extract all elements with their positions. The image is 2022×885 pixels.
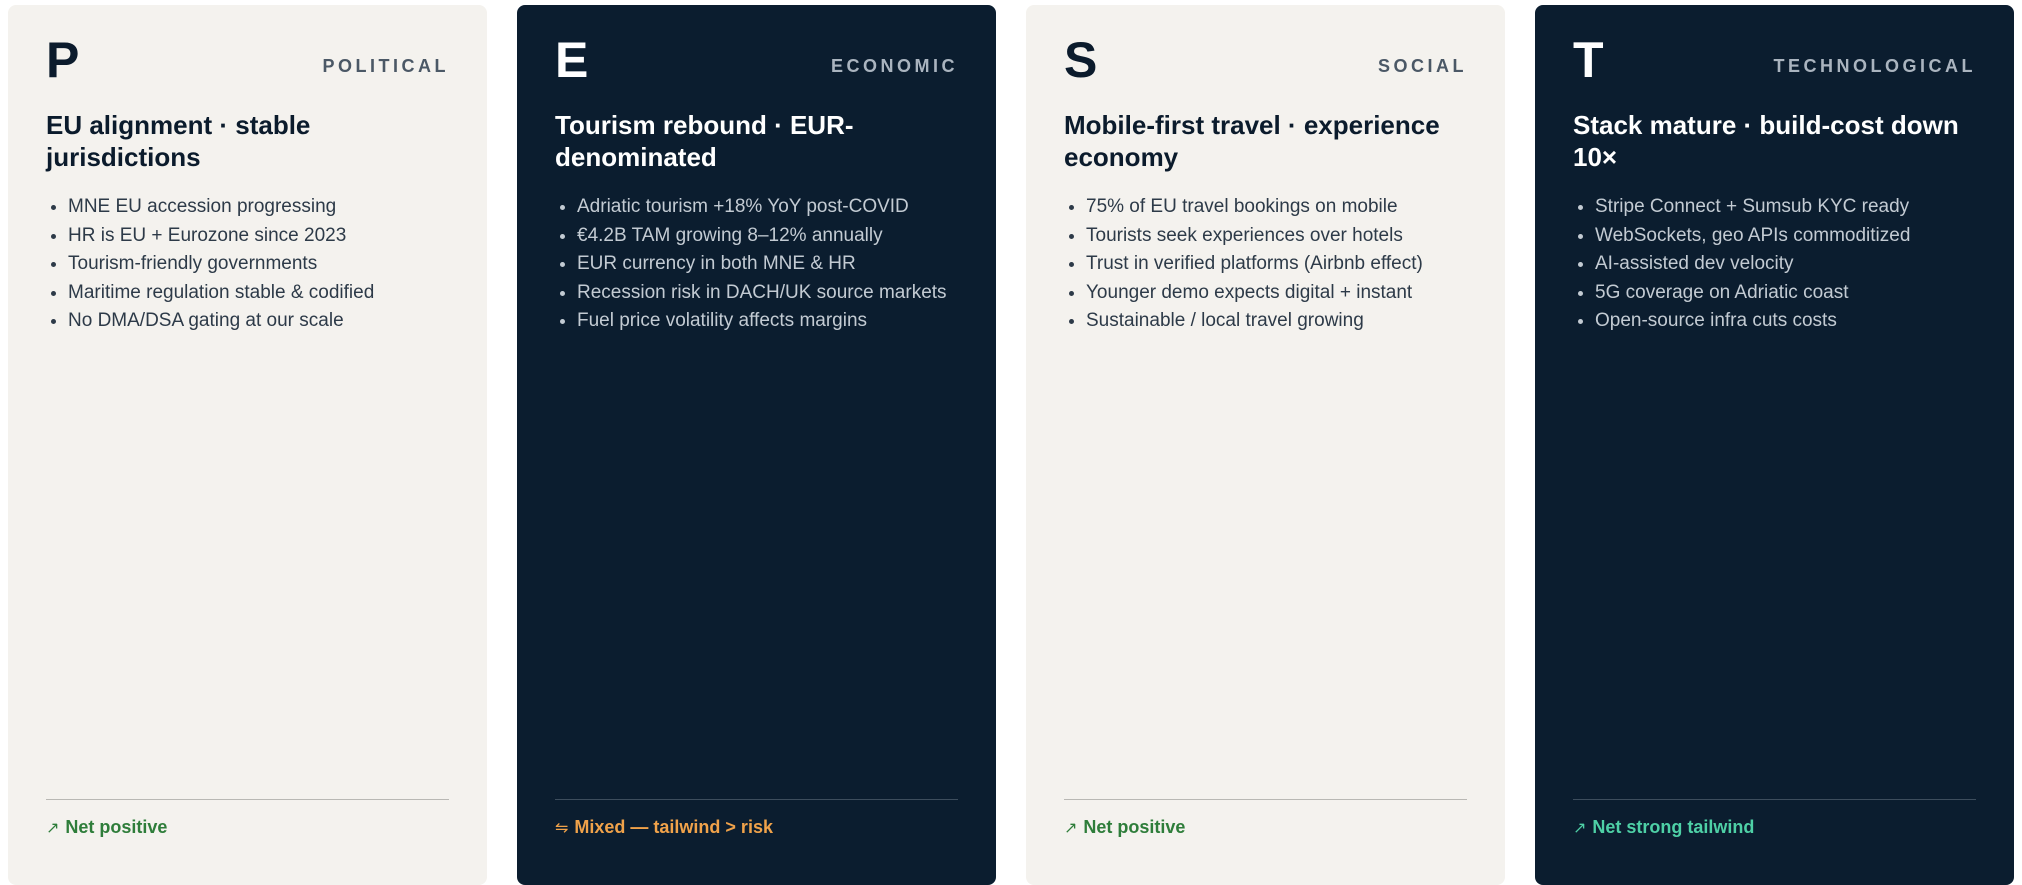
- card-header: P POLITICAL: [46, 35, 449, 85]
- bullet-item: MNE EU accession progressing: [68, 193, 449, 222]
- political-card: P POLITICAL EU alignment · stable jurisd…: [8, 5, 487, 885]
- bullet-item: Maritime regulation stable & codified: [68, 279, 449, 308]
- card-verdict: ↗ Net strong tailwind: [1573, 817, 1754, 838]
- card-verdict: ↗ Net positive: [1064, 817, 1185, 838]
- verdict-text: Mixed — tailwind > risk: [574, 817, 773, 837]
- bullet-list: MNE EU accession progressing HR is EU + …: [46, 193, 449, 336]
- bullet-item: Sustainable / local travel growing: [1086, 307, 1467, 336]
- bullet-item: Tourism-friendly governments: [68, 250, 449, 279]
- card-divider: [46, 799, 449, 800]
- verdict-text: Net strong tailwind: [1592, 817, 1755, 837]
- card-label: TECHNOLOGICAL: [1773, 56, 1976, 76]
- card-verdict: ↗ Net positive: [46, 817, 167, 838]
- bullet-item: Fuel price volatility affects margins: [577, 307, 958, 336]
- card-letter: T: [1573, 32, 1604, 88]
- bullet-item: AI-assisted dev velocity: [1595, 250, 1976, 279]
- bullet-item: No DMA/DSA gating at our scale: [68, 307, 449, 336]
- bullet-item: EUR currency in both MNE & HR: [577, 250, 958, 279]
- card-title: Mobile-first travel · experience economy: [1064, 110, 1440, 172]
- bullet-item: Trust in verified platforms (Airbnb effe…: [1086, 250, 1467, 279]
- card-header: E ECONOMIC: [555, 35, 958, 85]
- bullet-list: 75% of EU travel bookings on mobile Tour…: [1064, 193, 1467, 336]
- bullet-item: €4.2B TAM growing 8–12% annually: [577, 222, 958, 251]
- card-header: S SOCIAL: [1064, 35, 1467, 85]
- bullet-item: Open-source infra cuts costs: [1595, 307, 1976, 336]
- card-verdict: ⇋ Mixed — tailwind > risk: [555, 817, 773, 838]
- card-label: ECONOMIC: [831, 56, 958, 76]
- card-letter: S: [1064, 32, 1098, 88]
- bullet-item: Stripe Connect + Sumsub KYC ready: [1595, 193, 1976, 222]
- card-header: T TECHNOLOGICAL: [1573, 35, 1976, 85]
- card-letter: E: [555, 32, 589, 88]
- bullet-list: Stripe Connect + Sumsub KYC ready WebSoc…: [1573, 193, 1976, 336]
- bullet-item: 75% of EU travel bookings on mobile: [1086, 193, 1467, 222]
- bullet-item: Younger demo expects digital + instant: [1086, 279, 1467, 308]
- card-title: EU alignment · stable jurisdictions: [46, 110, 311, 172]
- balance-icon: ⇋: [555, 819, 569, 837]
- bullet-item: Adriatic tourism +18% YoY post-COVID: [577, 193, 958, 222]
- bullet-item: WebSockets, geo APIs commoditized: [1595, 222, 1976, 251]
- arrow-up-right-icon: ↗: [1064, 819, 1078, 837]
- bullet-item: 5G coverage on Adriatic coast: [1595, 279, 1976, 308]
- pest-grid: P POLITICAL EU alignment · stable jurisd…: [8, 5, 2015, 885]
- verdict-text: Net positive: [65, 817, 168, 837]
- card-divider: [555, 799, 958, 800]
- technological-card: T TECHNOLOGICAL Stack mature · build-cos…: [1535, 5, 2014, 885]
- economic-card: E ECONOMIC Tourism rebound · EUR-denomin…: [517, 5, 996, 885]
- bullet-item: Tourists seek experiences over hotels: [1086, 222, 1467, 251]
- bullet-list: Adriatic tourism +18% YoY post-COVID €4.…: [555, 193, 958, 336]
- card-title: Stack mature · build-cost down 10×: [1573, 110, 1959, 172]
- arrow-up-right-icon: ↗: [46, 819, 60, 837]
- card-divider: [1064, 799, 1467, 800]
- arrow-up-right-icon: ↗: [1573, 819, 1587, 837]
- card-title: Tourism rebound · EUR-denominated: [555, 110, 854, 172]
- card-letter: P: [46, 32, 80, 88]
- card-divider: [1573, 799, 1976, 800]
- card-label: POLITICAL: [322, 56, 449, 76]
- card-label: SOCIAL: [1377, 56, 1467, 76]
- verdict-text: Net positive: [1083, 817, 1186, 837]
- bullet-item: Recession risk in DACH/UK source markets: [577, 279, 958, 308]
- bullet-item: HR is EU + Eurozone since 2023: [68, 222, 449, 251]
- social-card: S SOCIAL Mobile-first travel · experienc…: [1026, 5, 1505, 885]
